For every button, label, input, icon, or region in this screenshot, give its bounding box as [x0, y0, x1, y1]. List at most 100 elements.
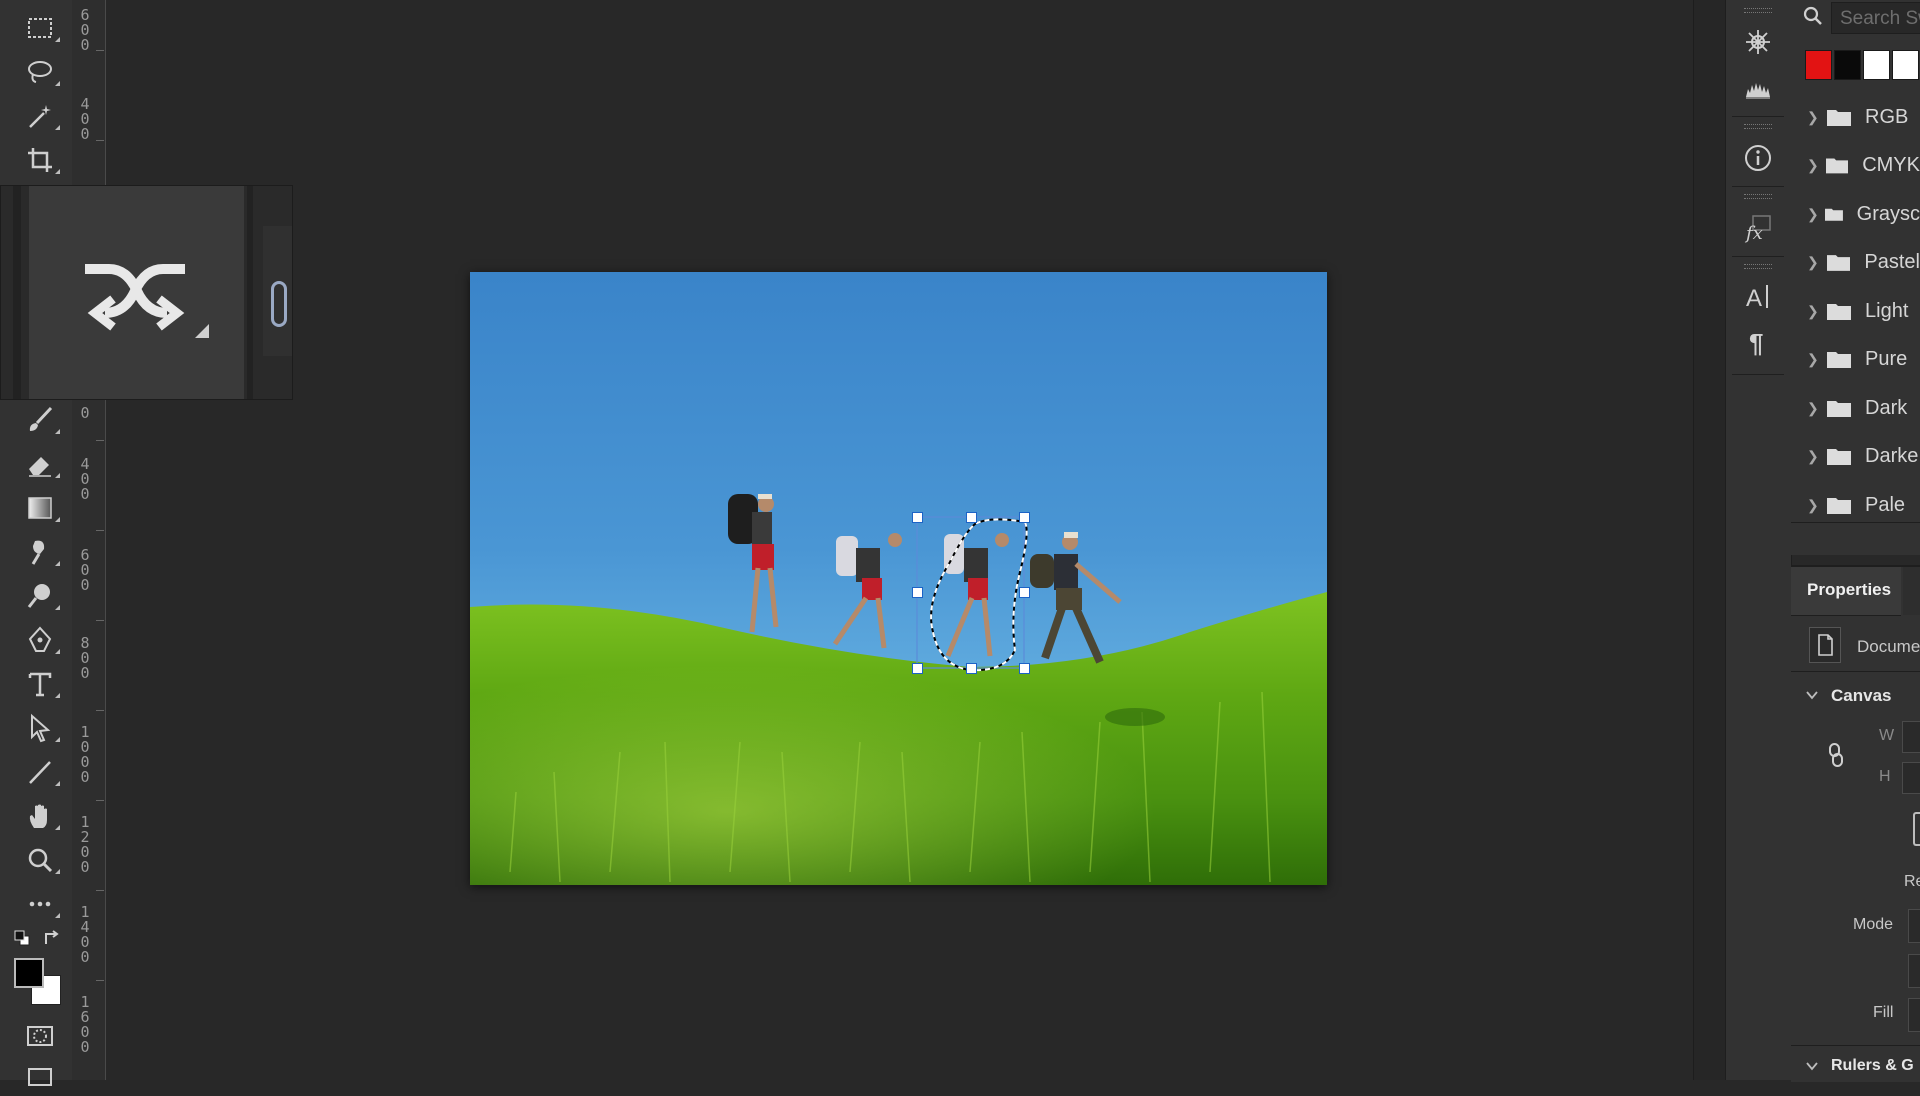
folder-icon [1827, 498, 1851, 514]
transform-handle[interactable] [912, 587, 923, 598]
transform-handle[interactable] [966, 663, 977, 674]
fill-select[interactable] [1908, 998, 1920, 1032]
compass-icon[interactable] [1736, 22, 1780, 62]
vertical-ruler: 600 400 0 400 600 800 1000 1200 1400 160… [72, 0, 106, 1080]
panel-divider [1693, 0, 1726, 1080]
foreground-color-swatch[interactable] [14, 958, 44, 988]
tab-adjustments[interactable] [1903, 567, 1920, 615]
chevron-right-icon: ❯ [1807, 496, 1819, 513]
ruler-label: 1200 [80, 813, 90, 876]
transform-handle[interactable] [912, 663, 923, 674]
path-selection-icon[interactable] [14, 708, 66, 748]
dodge-icon[interactable] [14, 576, 66, 616]
folder-icon [1827, 304, 1851, 320]
document-label: Docume [1857, 637, 1920, 656]
smudge-icon[interactable] [14, 532, 66, 572]
screen-mode-icon[interactable] [14, 1056, 66, 1096]
rectangular-marquee-icon[interactable] [14, 8, 66, 48]
swatch-red[interactable] [1805, 50, 1832, 80]
document-canvas[interactable] [470, 272, 1327, 885]
document-type-button[interactable] [1809, 627, 1841, 663]
line-icon[interactable] [14, 752, 66, 792]
chevron-right-icon: ❯ [1807, 302, 1819, 319]
transform-bounding-box[interactable] [470, 272, 1327, 885]
chevron-down-icon[interactable] [1805, 1059, 1819, 1073]
ruler-label: 1000 [80, 723, 90, 786]
ruler-label: 600 [80, 546, 90, 594]
gradient-icon[interactable] [14, 488, 66, 528]
swatch-folder-rgb[interactable]: ❯ RGB [1791, 93, 1920, 141]
histogram-icon[interactable] [1736, 68, 1780, 108]
tools-panel [0, 0, 73, 1086]
info-icon[interactable] [1736, 138, 1780, 178]
swatch-white[interactable] [1863, 50, 1890, 80]
ruler-label: 0 [80, 404, 90, 422]
transform-handle[interactable] [1019, 587, 1030, 598]
rulers-grids-section-title[interactable]: Rulers & G [1831, 1057, 1914, 1075]
panel-icon-strip: fx A ¶ [1725, 0, 1792, 1080]
brush-icon[interactable] [14, 400, 66, 440]
document-icon [1818, 634, 1833, 656]
swatch-folder-dark[interactable]: ❯ Dark [1791, 384, 1920, 432]
transform-handle[interactable] [966, 512, 977, 523]
orientation-icon[interactable] [1913, 812, 1920, 846]
height-input[interactable] [1902, 762, 1920, 794]
chevron-right-icon: ❯ [1807, 447, 1819, 464]
chevron-right-icon: ❯ [1807, 350, 1819, 367]
swatch-white[interactable] [1892, 50, 1919, 80]
mode-label: Mode [1853, 916, 1894, 933]
canvas-section-title[interactable]: Canvas [1831, 686, 1891, 706]
ruler-label: 800 [80, 634, 90, 682]
type-icon[interactable] [14, 664, 66, 704]
svg-text:A: A [1746, 285, 1762, 311]
swatch-folder-pure[interactable]: ❯ Pure [1791, 335, 1920, 383]
default-colors-icon[interactable] [14, 930, 30, 946]
paragraph-icon[interactable]: ¶ [1736, 322, 1780, 362]
zoom-icon[interactable] [14, 840, 66, 880]
chevron-right-icon: ❯ [1807, 156, 1819, 173]
swatch-folder-cmyk[interactable]: ❯ CMYK [1791, 141, 1920, 189]
swatch-folder-light[interactable]: ❯ Light [1791, 287, 1920, 335]
folder-icon [1825, 158, 1849, 174]
ruler-label: 400 [80, 455, 90, 503]
folder-icon [1827, 352, 1851, 368]
swatch-black[interactable] [1834, 50, 1861, 80]
search-icon [1801, 4, 1825, 28]
height-label: H [1879, 768, 1891, 785]
ruler-label: 1600 [80, 993, 90, 1056]
transform-handle[interactable] [912, 512, 923, 523]
quick-mask-icon[interactable] [14, 1016, 66, 1056]
mode-select[interactable] [1908, 909, 1920, 943]
swatch-folder-grayscale[interactable]: ❯ Graysc [1791, 190, 1920, 238]
folder-icon [1826, 255, 1851, 271]
fill-label: Fill [1873, 1004, 1894, 1021]
eraser-icon[interactable] [14, 444, 66, 484]
crop-icon[interactable] [14, 140, 66, 180]
tab-properties[interactable]: Properties [1791, 567, 1901, 616]
resolution-label: Re [1904, 873, 1920, 890]
swatch-folder-pastel[interactable]: ❯ Pastel [1791, 238, 1920, 286]
lasso-icon[interactable] [14, 52, 66, 92]
pen-icon[interactable] [14, 620, 66, 660]
hand-icon[interactable] [14, 796, 66, 836]
fx-icon[interactable]: fx [1736, 208, 1780, 248]
bit-depth-select[interactable] [1908, 954, 1920, 988]
more-tools-icon[interactable] [14, 884, 66, 924]
character-icon[interactable]: A [1736, 276, 1780, 316]
shuffle-arrows-icon [81, 241, 191, 341]
link-icon[interactable] [1826, 742, 1846, 768]
transform-handle[interactable] [1019, 512, 1030, 523]
ruler-label: 400 [80, 95, 90, 143]
zoom-overlay [0, 185, 293, 400]
width-input[interactable] [1902, 721, 1920, 753]
transform-handle[interactable] [1019, 663, 1030, 674]
chevron-right-icon: ❯ [1807, 399, 1819, 416]
swatch-search-input[interactable]: Search Sw [1831, 2, 1920, 34]
svg-text:¶: ¶ [1749, 328, 1763, 357]
chevron-down-icon[interactable] [1805, 688, 1819, 702]
chevron-right-icon: ❯ [1807, 253, 1819, 270]
swatch-folder-darker[interactable]: ❯ Darke [1791, 432, 1920, 480]
chevron-right-icon: ❯ [1807, 205, 1819, 222]
swap-colors-icon[interactable] [42, 928, 62, 948]
magic-wand-icon[interactable] [14, 96, 66, 136]
